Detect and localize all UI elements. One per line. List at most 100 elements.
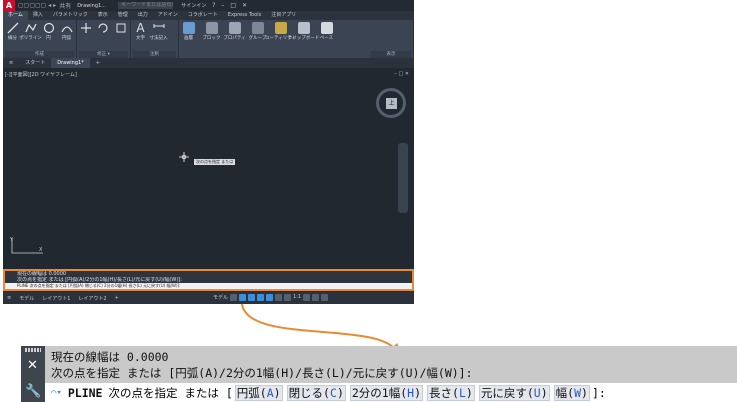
grid-toggle[interactable] [230,294,238,301]
new-tab-button[interactable]: + [90,58,106,68]
properties-tool[interactable]: プロパティ [223,22,246,41]
command-options: 円弧(A) 閉じる(C) 2分の1幅(H) 長さ(L) 元に戻す(U) 幅(W) [233,384,592,401]
cmd-option-button[interactable]: 元に戻す(U) [478,384,550,401]
clipboard-icon [297,22,310,34]
tab-layout2[interactable]: レイアウト2 [74,295,110,302]
status-menu-icon[interactable]: ≡ [3,295,15,301]
prompt-end: ]: [591,385,606,400]
signin-button[interactable]: サインイン [181,2,206,9]
dynamic-input-tooltip: 次の点を指定 または [194,159,236,165]
group-tool[interactable]: グループ [249,22,266,41]
figure: A ▢▢▢▢▢ ◂ ▸ 共有 Drawing1... キーワードまたは語句を入力… [0,0,737,402]
ribbon-tab-0[interactable]: ホーム [3,11,28,20]
lineweight-toggle[interactable] [284,294,292,301]
ribbon-tab-3[interactable]: 表示 [93,11,113,20]
ortho-toggle[interactable] [248,294,256,301]
dimension-tool[interactable]: 寸法記入 [150,22,168,41]
tab-start[interactable]: スタート [19,58,51,68]
ribbon-tab-9[interactable]: 注目アプリ [266,11,301,20]
ribbon-tab-8[interactable]: Express Tools [223,11,266,20]
cmd-option-button[interactable]: 2分の1幅(H) [349,384,424,401]
cmd-history-line-2: 次の点を指定 または [円弧(A)/2分の1幅(H)/長さ(L)/元に戻す(U)… [51,366,473,380]
arc-tool[interactable]: 円弧 [59,22,74,41]
polar-toggle[interactable] [257,294,265,301]
ribbon-tab-1[interactable]: 挿入 [28,11,48,20]
base-icon [320,22,333,34]
menu-icon[interactable]: ≡ [3,58,19,68]
ribbon-tab-6[interactable]: アドイン [153,11,183,20]
command-name: PLINE [67,385,103,400]
viewcube-top-face[interactable]: 上 [386,98,397,109]
block-icon [205,22,218,34]
group-label-draw[interactable]: 作成 [5,51,74,58]
help-icon[interactable]: ? [212,2,215,9]
cmd-option-button[interactable]: 長さ(L) [427,384,475,401]
add-layout-button[interactable]: + [111,295,123,301]
navigation-bar[interactable] [398,143,408,213]
tab-drawing1[interactable]: Drawing1* [51,58,90,68]
viewport-controls[interactable]: [-][平面図][2D ワイヤフレーム] [5,71,77,78]
snap-toggle[interactable] [239,294,247,301]
workspace-button[interactable] [303,294,311,301]
model-space-button[interactable]: モデル [213,294,228,301]
move-tool[interactable] [79,22,93,34]
layers-tool[interactable]: 画層 [181,22,196,41]
maximize-icon[interactable]: □ [230,2,236,9]
utilities-tool[interactable]: ユーティリティ [265,22,296,41]
group-label-modify[interactable]: 修正 ▾ [79,51,128,58]
crosshair-cursor-icon [179,152,189,162]
cmd-option-button[interactable]: 幅(W) [553,384,590,401]
group-label-view[interactable]: 表示 [371,51,411,58]
tab-model[interactable]: モデル [15,295,38,302]
drawing-canvas[interactable]: [-][平面図][2D ワイヤフレーム] – □ ✕ 上 次の点を指定 または … [3,68,414,269]
close-icon[interactable]: ✕ [27,358,38,373]
rotate-tool[interactable] [96,22,110,34]
cmd-option-button[interactable]: 円弧(A) [234,384,283,401]
cmd-prompt[interactable]: ⌒▾ PLINE 次の点を指定 または [ 円弧(A) 閉じる(C) 2分の1幅(H… [45,383,737,402]
group-annotation: A 文字 寸法記入 注釈 [131,20,179,58]
ribbon-tab-5[interactable]: 出力 [133,11,153,20]
customize-icon[interactable] [321,294,329,301]
app-logo[interactable]: A [3,0,15,11]
group-panels: 画層 ブロック プロパティ グループ ユーティリティ クリップボード ベース 表… [179,20,414,58]
line-tool[interactable]: 線分 [5,22,20,41]
settings-gear-icon[interactable] [312,294,320,301]
clipboard-tool[interactable]: クリップボード [288,22,319,41]
properties-icon [228,22,241,34]
otrack-toggle[interactable] [275,294,283,301]
base-tool[interactable]: ベース [319,22,334,41]
group-icon [251,22,264,34]
wrench-icon[interactable]: 🔧 [25,384,41,399]
group-modify: 修正 ▾ [77,20,131,58]
group-label-annotation[interactable]: 注釈 [133,51,176,58]
recent-commands-icon[interactable]: ⌒▾ [51,388,62,398]
ribbon-tab-4[interactable]: 管理 [113,11,133,20]
file-title: Drawing1... [77,2,106,9]
quick-access-icons[interactable]: ▢▢▢▢▢ ◂ ▸ [18,2,56,9]
trim-tool[interactable] [114,22,128,34]
cmd-history: 現在の線幅は 0.0000 次の点を指定 または [円弧(A)/2分の1幅(H)… [45,346,737,383]
tab-layout1[interactable]: レイアウト1 [38,295,74,302]
polyline-tool[interactable]: ポリライン [19,22,42,41]
ribbon-tab-7[interactable]: コラボレート [183,11,223,20]
ribbon-tabs: ホーム 挿入 パラメトリック 表示 管理 出力 アドイン コラボレート Express Tool… [3,11,414,20]
viewport-window-controls[interactable]: – □ ✕ [394,71,409,77]
group-draw: 線分 ポリライン 円 円弧 作成 [3,20,77,58]
ribbon-tab-2[interactable]: パラメトリック [48,11,93,20]
share-button[interactable]: 共有 [59,1,71,10]
circle-tool[interactable]: 円 [41,22,56,41]
text-tool[interactable]: A 文字 [133,22,148,41]
cmd-option-button[interactable]: 閉じる(C) [286,384,346,401]
osnap-toggle[interactable] [266,294,274,301]
drag-grip-icon[interactable] [25,348,41,352]
status-bar: ≡ モデル レイアウト1 レイアウト2 + モデル 1:1 [3,292,414,304]
viewcube[interactable]: 上 [376,88,406,118]
close-icon[interactable]: ✕ [242,2,247,9]
cmd-input-line[interactable]: PLINE 次の点を指定 または [円弧(A) 閉じる(C) 2分の1幅(H) … [5,283,412,289]
annotation-scale[interactable]: 1:1 [293,294,301,301]
block-tool[interactable]: ブロック [203,22,221,41]
search-input[interactable]: キーワードまたは語句を入力 [118,2,174,9]
minimize-icon[interactable]: – [221,2,224,9]
text-icon: A [136,21,145,35]
command-line-window[interactable]: 現在の線幅は 0.0000 次の点を指定 または [円弧(A)/2分の1幅(H)… [3,269,414,291]
